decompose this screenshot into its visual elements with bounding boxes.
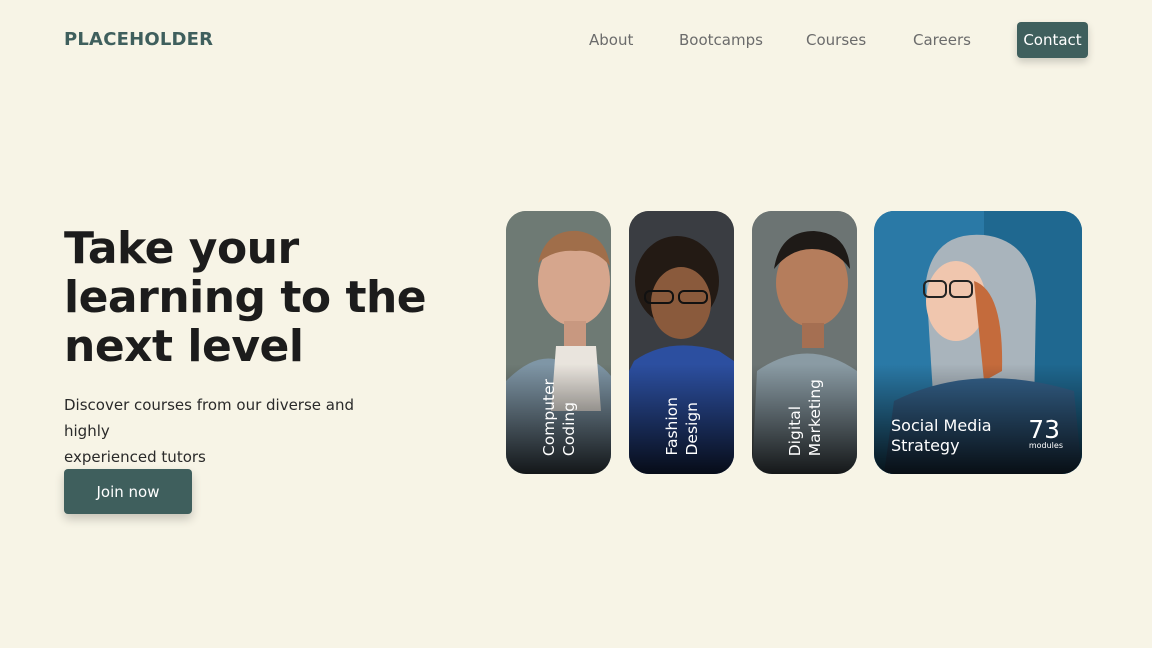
join-now-button[interactable]: Join now [64, 469, 192, 514]
course-card-social-media-strategy[interactable]: Social Media Strategy 73 modules [874, 211, 1082, 474]
hero-headline-line-2: learning to the [64, 272, 427, 323]
course-title: Fashion Design [663, 397, 701, 456]
nav-link-bootcamps[interactable]: Bootcamps [679, 31, 763, 49]
nav-link-careers[interactable]: Careers [913, 31, 971, 49]
hero-subtext-line-2: experienced tutors [64, 448, 206, 466]
logo[interactable]: PLACEHOLDER [64, 29, 213, 50]
course-title: Social Media Strategy [891, 416, 992, 455]
hero-subtext-line-1: Discover courses from our diverse and hi… [64, 396, 355, 440]
course-card-fashion-design[interactable]: Fashion Design [629, 211, 734, 474]
course-title: Digital Marketing [786, 378, 824, 456]
course-title: Computer Coding [540, 378, 578, 456]
modules-label: modules [1028, 441, 1063, 450]
nav-link-about[interactable]: About [589, 31, 633, 49]
hero-headline-line-1: Take your [64, 223, 299, 274]
modules-count: 73 [1028, 415, 1060, 444]
course-card-computer-coding[interactable]: Computer Coding [506, 211, 611, 474]
hero-headline-line-3: next level [64, 321, 304, 372]
hero-subtext: Discover courses from our diverse and hi… [64, 392, 394, 470]
course-card-digital-marketing[interactable]: Digital Marketing [752, 211, 857, 474]
contact-button[interactable]: Contact [1017, 22, 1088, 58]
top-nav: PLACEHOLDER About Bootcamps Courses Care… [0, 0, 1152, 80]
nav-link-courses[interactable]: Courses [806, 31, 866, 49]
hero-headline: Take your learning to the next level [64, 224, 464, 371]
